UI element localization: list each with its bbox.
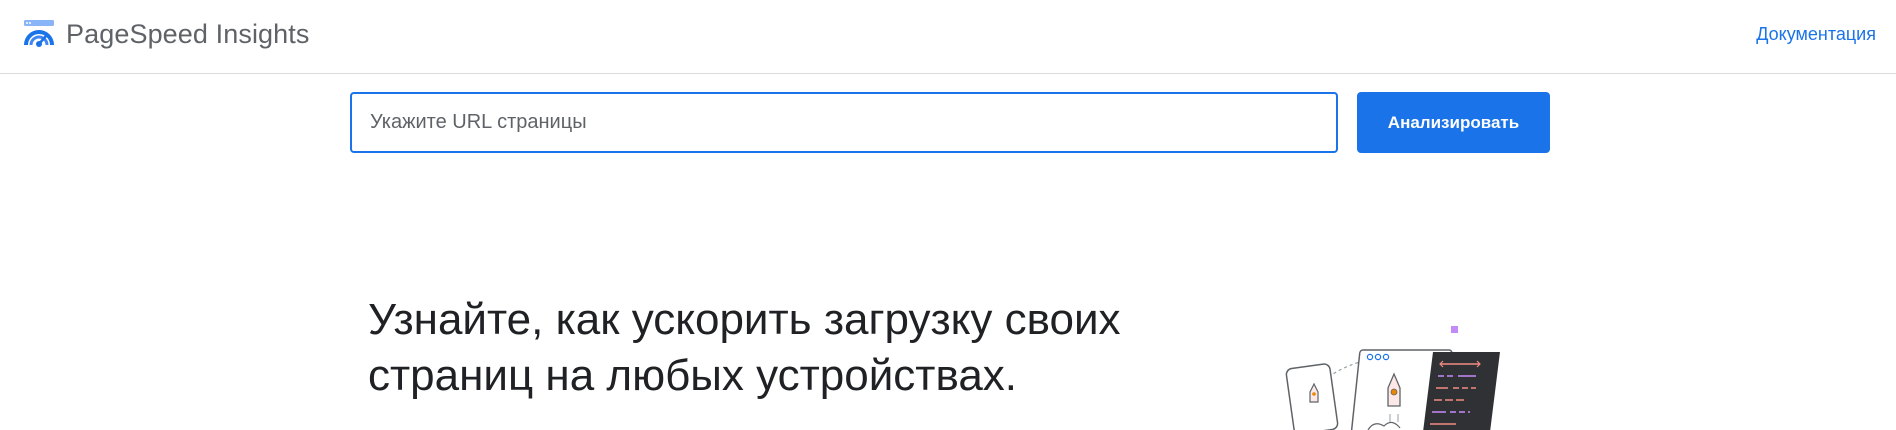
top-bar: PageSpeed Insights Документация xyxy=(0,0,1896,74)
url-input[interactable] xyxy=(350,92,1338,153)
analyze-button[interactable]: Анализировать xyxy=(1357,92,1550,153)
documentation-link[interactable]: Документация xyxy=(1756,24,1876,45)
pagespeed-gauge-icon xyxy=(24,20,54,47)
phone-icon xyxy=(1285,363,1339,430)
rocket-devices-illustration xyxy=(1285,326,1500,430)
app-title: PageSpeed Insights xyxy=(66,18,310,49)
code-panel-icon xyxy=(1423,352,1500,430)
sparkle-decoration xyxy=(1451,326,1458,333)
brand[interactable]: PageSpeed Insights xyxy=(22,14,309,54)
url-search-row: Анализировать xyxy=(350,92,1550,154)
hero-title: Узнайте, как ускорить загрузку своих стр… xyxy=(368,295,1121,400)
